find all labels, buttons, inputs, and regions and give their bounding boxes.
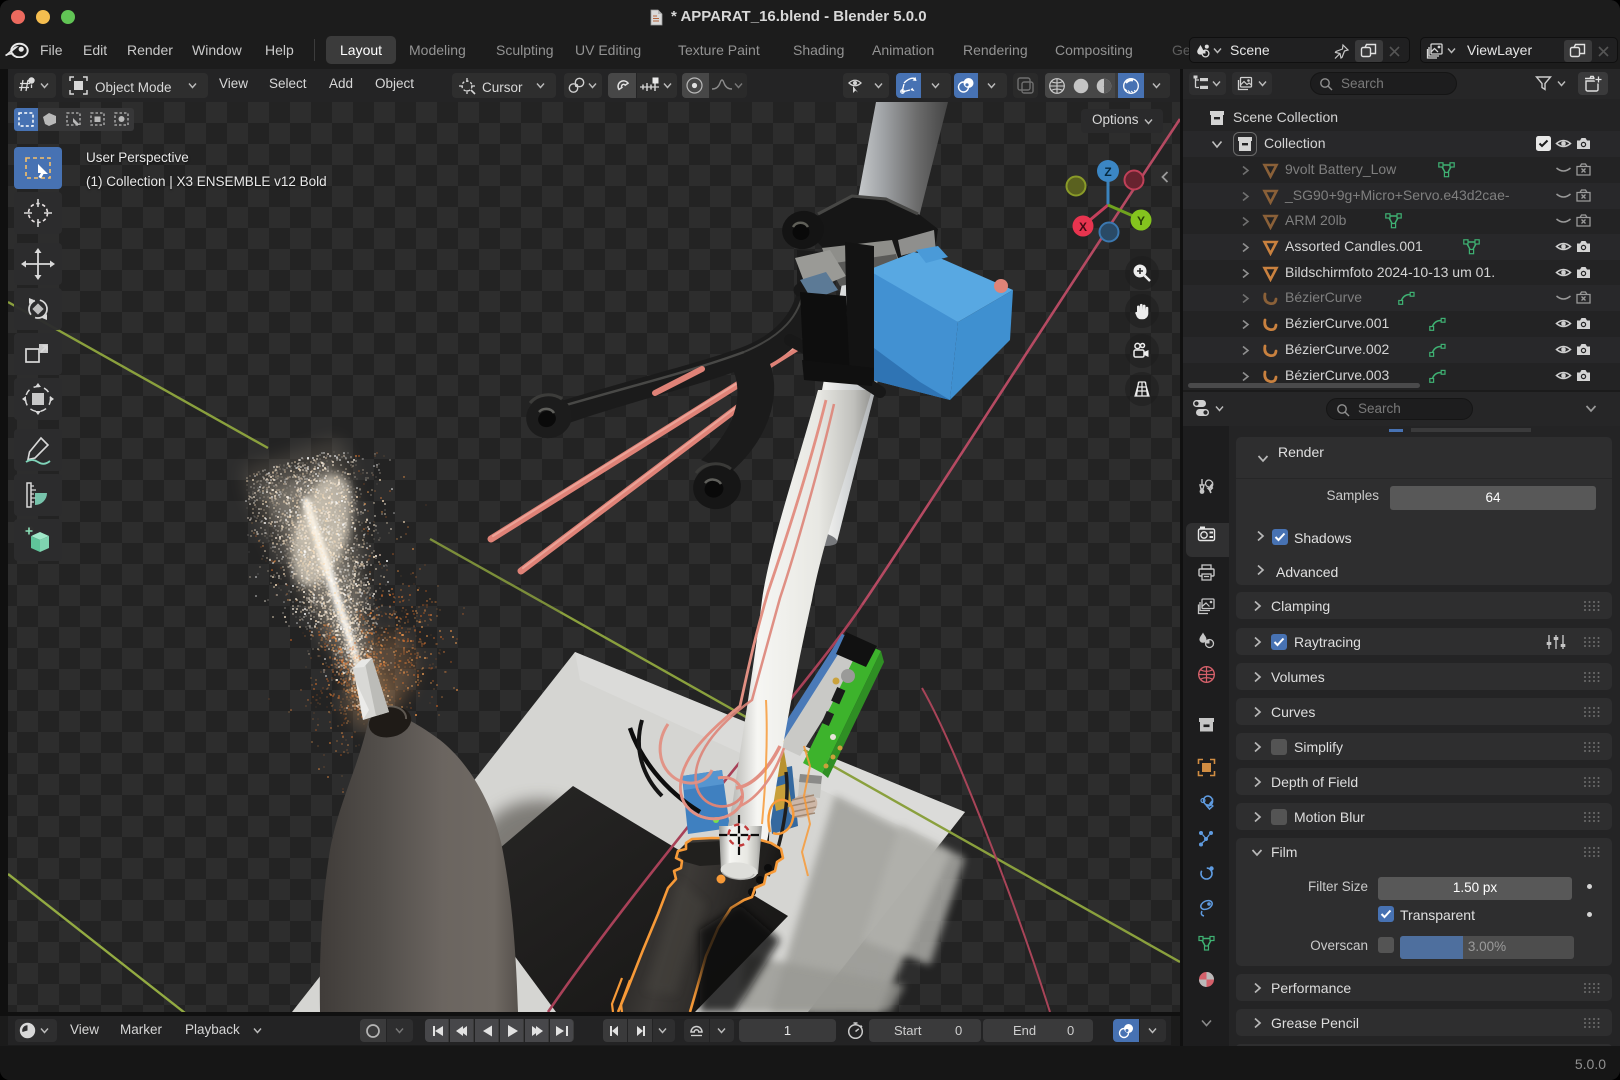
svg-text:Z: Z: [1104, 165, 1111, 179]
svg-text:Y: Y: [1137, 214, 1145, 228]
svg-text:X: X: [1079, 220, 1087, 234]
